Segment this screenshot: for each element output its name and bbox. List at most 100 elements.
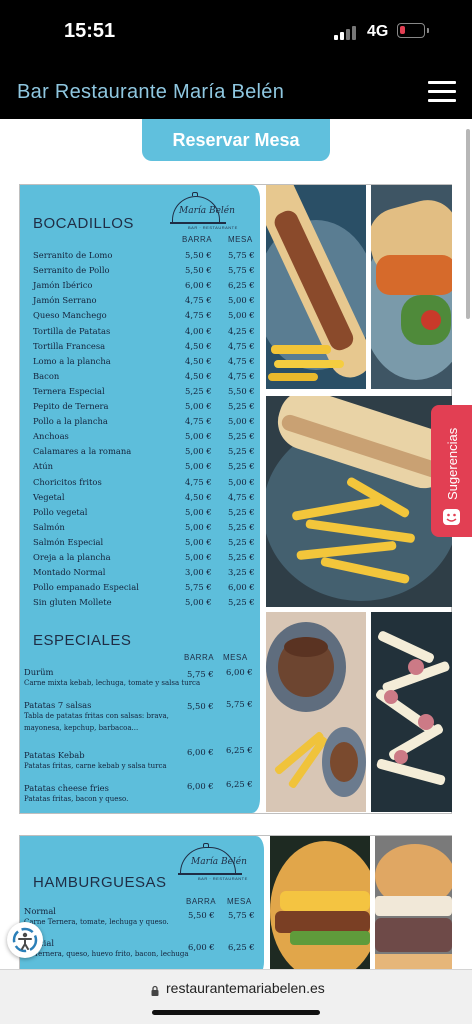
bocadillo-price-barra: 5,00 € xyxy=(185,521,212,532)
bocadillo-price-barra: 5,00 € xyxy=(185,552,212,562)
bocadillo-price-barra: 4,50 € xyxy=(185,370,212,381)
bocadillo-price-barra: 5,00 € xyxy=(185,597,212,608)
suggestions-label: Sugerencias xyxy=(445,427,460,500)
home-indicator[interactable] xyxy=(152,1010,320,1015)
network-type: 4G xyxy=(367,23,389,40)
bocadillo-price-barra: 4,75 € xyxy=(185,476,212,487)
logo-name: María Belén xyxy=(179,206,235,216)
bocadillo-price-mesa: 4,75 € xyxy=(228,340,255,351)
bocadillo-name: Queso Manchego xyxy=(33,310,107,321)
bocadillo-price-barra: 4,50 € xyxy=(185,355,212,366)
bocadillo-price-mesa: 5,25 € xyxy=(228,521,255,532)
bocadillo-name: Pollo a la plancha xyxy=(33,416,108,427)
bocadillo-row: Anchoas 5,00 € 5,25 € xyxy=(33,431,273,446)
bocadillo-price-barra: 5,75 € xyxy=(185,582,212,593)
bocadillo-price-mesa: 5,25 € xyxy=(228,536,255,547)
bocadillo-row: Tortilla de Patatas 4,00 € 4,25 € xyxy=(33,326,273,341)
especial-price-barra: 6,00 € xyxy=(187,747,214,757)
bocadillo-row: Pollo a la plancha 4,75 € 5,00 € xyxy=(33,416,273,431)
bocadillo-price-mesa: 5,00 € xyxy=(228,476,255,487)
bocadillo-price-mesa: 5,25 € xyxy=(228,446,255,457)
bocadillo-price-mesa: 3,25 € xyxy=(228,567,255,578)
especial-item: Patatas 7 salsas Tabla de patatas fritas… xyxy=(24,700,169,732)
hamburguesas-card: María Belén BAR · RESTAURANTE HAMBURGUES… xyxy=(20,836,270,969)
bocadillo-name: Ternera Especial xyxy=(33,385,105,396)
bocadillo-row: Calamares a la romana 5,00 € 5,25 € xyxy=(33,446,273,461)
bocadillo-price-mesa: 5,25 € xyxy=(228,431,255,442)
battery-tip xyxy=(427,28,429,33)
bocadillo-row: Jamón Serrano 4,75 € 5,00 € xyxy=(33,295,273,310)
bocadillo-row: Oreja a la plancha 5,00 € 5,25 € xyxy=(33,552,273,567)
bocadillo-price-mesa: 5,75 € xyxy=(228,250,255,260)
bocadillo-price-barra: 4,75 € xyxy=(185,416,212,427)
section-title-especiales: ESPECIALES xyxy=(33,632,132,649)
url-text[interactable]: restaurantemariabelen.es xyxy=(166,980,325,996)
bocadillo-name: Jamón Serrano xyxy=(33,295,97,306)
bocadillo-price-mesa: 4,75 € xyxy=(228,355,255,366)
hamburguesa-price-barra: 5,50 € xyxy=(188,910,215,920)
bocadillo-row: Pepito de Ternera 5,00 € 5,25 € xyxy=(33,401,273,416)
bocadillos-card: María Belén BAR · RESTAURANTE BOCADILLOS… xyxy=(20,185,266,813)
bocadillo-price-mesa: 5,25 € xyxy=(228,401,255,411)
hamburger-icon[interactable] xyxy=(428,81,456,103)
bocadillo-name: Serranito de Lomo xyxy=(33,250,113,260)
especial-price-mesa: 5,75 € xyxy=(226,699,253,709)
chat-face-icon xyxy=(443,509,460,525)
hamburguesa-item: Normal Carne Ternera, tomate, lechuga y … xyxy=(24,906,169,926)
especial-item: Patatas Kebab Patatas fritas, carne keba… xyxy=(24,750,167,770)
especial-price-mesa: 6,00 € xyxy=(226,667,253,677)
accessibility-icon[interactable] xyxy=(7,922,43,958)
especial-item: Durüm Carne mixta kebab, lechuga, tomate… xyxy=(24,667,201,687)
bocadillo-price-barra: 5,50 € xyxy=(185,265,212,276)
bocadillo-price-barra: 5,00 € xyxy=(185,431,212,442)
bocadillo-row: Bacon 4,50 € 4,75 € xyxy=(33,371,273,386)
site-title[interactable]: Bar Restaurante María Belén xyxy=(17,81,284,104)
bocadillo-price-mesa: 5,25 € xyxy=(228,597,255,608)
bocadillo-name: Tortilla Francesa xyxy=(33,340,106,351)
bocadillo-price-barra: 4,75 € xyxy=(185,310,212,321)
bocadillo-price-mesa: 6,25 € xyxy=(228,280,255,291)
especial-price-barra: 5,75 € xyxy=(187,669,214,679)
logo-subtitle: BAR · RESTAURANTE xyxy=(188,225,238,230)
bocadillo-name: Jamón Ibérico xyxy=(33,280,93,291)
bocadillo-name: Tortilla de Patatas xyxy=(33,325,111,336)
bocadillo-price-mesa: 6,00 € xyxy=(228,582,255,593)
hamburguesa-price-mesa: 5,75 € xyxy=(228,910,255,920)
bocadillo-price-barra: 5,25 € xyxy=(185,385,212,396)
bocadillo-name: Lomo a la plancha xyxy=(33,355,111,366)
browser-url-bar[interactable] xyxy=(0,969,472,1024)
restaurant-logo: María Belén BAR · RESTAURANTE xyxy=(178,840,268,881)
bocadillo-price-mesa: 4,75 € xyxy=(228,491,255,502)
bocadillo-price-barra: 6,00 € xyxy=(185,280,212,291)
bocadillo-name: Serranito de Pollo xyxy=(33,265,110,276)
reserve-table-button[interactable]: Reservar Mesa xyxy=(142,119,330,161)
bocadillo-price-mesa: 5,50 € xyxy=(228,385,255,396)
bocadillo-name: Bacon xyxy=(33,370,60,381)
scrollbar[interactable] xyxy=(466,129,470,319)
bocadillo-salad-photo xyxy=(371,185,452,389)
bocadillo-row: Lomo a la plancha 4,50 € 4,75 € xyxy=(33,356,273,371)
bocadillo-price-mesa: 5,25 € xyxy=(228,461,255,472)
bocadillo-price-barra: 3,00 € xyxy=(185,567,212,578)
bocadillo-row: Pollo vegetal 5,00 € 5,25 € xyxy=(33,507,273,522)
bocadillo-row: Montado Normal 3,00 € 3,25 € xyxy=(33,567,273,582)
bocadillo-price-mesa: 5,00 € xyxy=(228,416,255,427)
bocadillo-row: Salmón 5,00 € 5,25 € xyxy=(33,522,273,537)
bocadillo-name: Pollo empanado Especial xyxy=(33,582,139,593)
bocadillo-name: Pepito de Ternera xyxy=(33,401,109,411)
especial-item: Patatas cheese fries Patatas fritas, bac… xyxy=(24,783,129,803)
section-title-hamburguesas: HAMBURGUESAS xyxy=(33,874,167,891)
bocadillo-name: Montado Normal xyxy=(33,567,106,578)
page-content: Reservar Mesa María Belén BAR · RESTAURA… xyxy=(0,119,472,969)
bocadillo-price-barra: 5,00 € xyxy=(185,401,212,411)
bocadillo-row: Serranito de Pollo 5,50 € 5,75 € xyxy=(33,265,273,280)
bocadillo-name: Choricitos fritos xyxy=(33,476,102,487)
bocadillo-price-barra: 4,50 € xyxy=(185,340,212,351)
suggestions-tab[interactable]: Sugerencias xyxy=(431,405,472,537)
bocadillo-name: Calamares a la romana xyxy=(33,446,132,457)
bocadillo-name: Vegetal xyxy=(33,491,65,502)
bocadillo-price-barra: 4,00 € xyxy=(185,325,212,336)
hamburguesa-price-mesa: 6,25 € xyxy=(228,942,255,952)
bocadillo-row: Jamón Ibérico 6,00 € 6,25 € xyxy=(33,280,273,295)
hamburguesa-item: ecial Ternera, queso, huevo frito, bacon… xyxy=(34,938,189,958)
